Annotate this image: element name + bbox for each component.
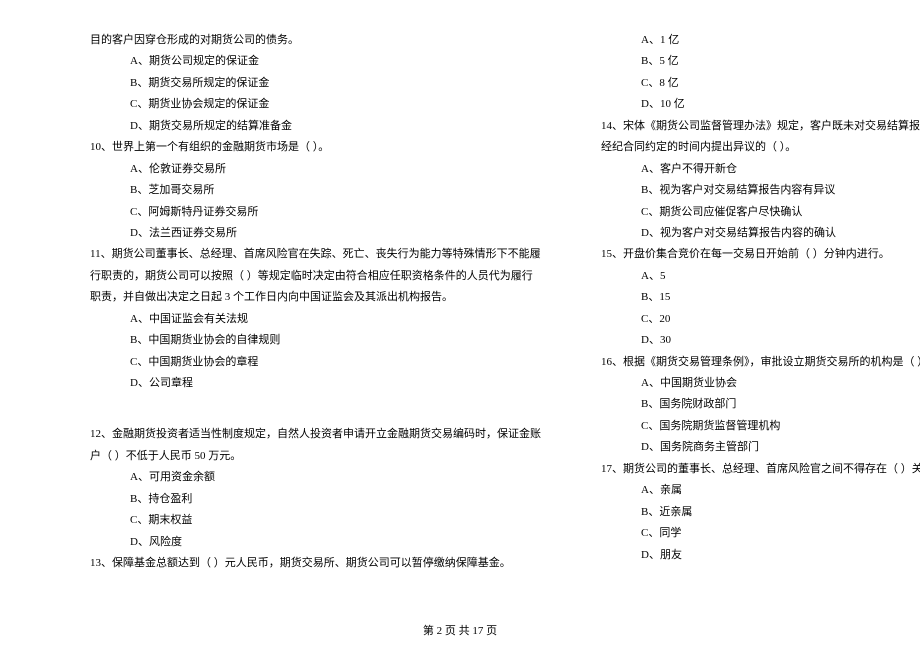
q13-stem: 13、保障基金总额达到（ ）元人民币，期货交易所、期货公司可以暂停缴纳保障基金。 (90, 553, 541, 574)
q13-option-c: C、8 亿 (601, 73, 920, 94)
q17-option-a: A、亲属 (601, 480, 920, 501)
q15-option-c: C、20 (601, 309, 920, 330)
q12-stem-line1: 12、金融期货投资者适当性制度规定，自然人投资者申请开立金融期货交易编码时，保证… (90, 424, 541, 445)
q17-option-b: B、近亲属 (601, 502, 920, 523)
q11-option-c: C、中国期货业协会的章程 (90, 352, 541, 373)
q13-option-a: A、1 亿 (601, 30, 920, 51)
q14-option-a: A、客户不得开新仓 (601, 159, 920, 180)
q11-stem-line2: 行职责的，期货公司可以按照（ ）等规定临时决定由符合相应任职资格条件的人员代为履… (90, 266, 541, 287)
q10-option-d: D、法兰西证券交易所 (90, 223, 541, 244)
q17-option-c: C、同学 (601, 523, 920, 544)
q12-stem-line2: 户（ ）不低于人民币 50 万元。 (90, 446, 541, 467)
q16-option-b: B、国务院财政部门 (601, 394, 920, 415)
q15-option-d: D、30 (601, 330, 920, 351)
q10-option-c: C、阿姆斯特丹证券交易所 (90, 202, 541, 223)
q14-option-d: D、视为客户对交易结算报告内容的确认 (601, 223, 920, 244)
q11-stem-line3: 职责，并自做出决定之日起 3 个工作日内向中国证监会及其派出机构报告。 (90, 287, 541, 308)
left-column: 目的客户因穿仓形成的对期货公司的债务。 A、期货公司规定的保证金 B、期货交易所… (90, 30, 541, 600)
q10-stem: 10、世界上第一个有组织的金融期货市场是（ ）。 (90, 137, 541, 158)
q11-option-b: B、中国期货业协会的自律规则 (90, 330, 541, 351)
q16-stem: 16、根据《期货交易管理条例》，审批设立期货交易所的机构是（ ）。 (601, 352, 920, 373)
q9-option-b: B、期货交易所规定的保证金 (90, 73, 541, 94)
two-column-layout: 目的客户因穿仓形成的对期货公司的债务。 A、期货公司规定的保证金 B、期货交易所… (90, 30, 860, 600)
q14-option-c: C、期货公司应催促客户尽快确认 (601, 202, 920, 223)
q9-option-c: C、期货业协会规定的保证金 (90, 94, 541, 115)
right-column: A、1 亿 B、5 亿 C、8 亿 D、10 亿 14、宋体《期货公司监督管理办… (601, 30, 920, 600)
q16-option-d: D、国务院商务主管部门 (601, 437, 920, 458)
q9-option-d: D、期货交易所规定的结算准备金 (90, 116, 541, 137)
q12-option-c: C、期末权益 (90, 510, 541, 531)
blank-space (90, 394, 541, 424)
q15-stem: 15、开盘价集合竞价在每一交易日开始前（ ）分钟内进行。 (601, 244, 920, 265)
page-footer: 第 2 页 共 17 页 (0, 622, 920, 638)
q12-option-b: B、持仓盈利 (90, 489, 541, 510)
q9-option-a: A、期货公司规定的保证金 (90, 51, 541, 72)
q11-option-a: A、中国证监会有关法规 (90, 309, 541, 330)
q13-option-b: B、5 亿 (601, 51, 920, 72)
q10-option-b: B、芝加哥交易所 (90, 180, 541, 201)
q11-option-d: D、公司章程 (90, 373, 541, 394)
q17-stem: 17、期货公司的董事长、总经理、首席风险官之间不得存在（ ）关系。 (601, 459, 920, 480)
q17-option-d: D、朋友 (601, 545, 920, 566)
q12-option-a: A、可用资金余额 (90, 467, 541, 488)
q14-option-b: B、视为客户对交易结算报告内容有异议 (601, 180, 920, 201)
q-continuation: 目的客户因穿仓形成的对期货公司的债务。 (90, 30, 541, 51)
q11-stem-line1: 11、期货公司董事长、总经理、首席风险官在失踪、死亡、丧失行为能力等特殊情形下不… (90, 244, 541, 265)
q14-stem-line2: 经纪合同约定的时间内提出异议的（ ）。 (601, 137, 920, 158)
q15-option-b: B、15 (601, 287, 920, 308)
q14-stem-line1: 14、宋体《期货公司监督管理办法》规定，客户既未对交易结算报告的内容确认，也未在… (601, 116, 920, 137)
q13-option-d: D、10 亿 (601, 94, 920, 115)
q10-option-a: A、伦敦证券交易所 (90, 159, 541, 180)
q16-option-c: C、国务院期货监督管理机构 (601, 416, 920, 437)
q16-option-a: A、中国期货业协会 (601, 373, 920, 394)
q15-option-a: A、5 (601, 266, 920, 287)
q12-option-d: D、风险度 (90, 532, 541, 553)
